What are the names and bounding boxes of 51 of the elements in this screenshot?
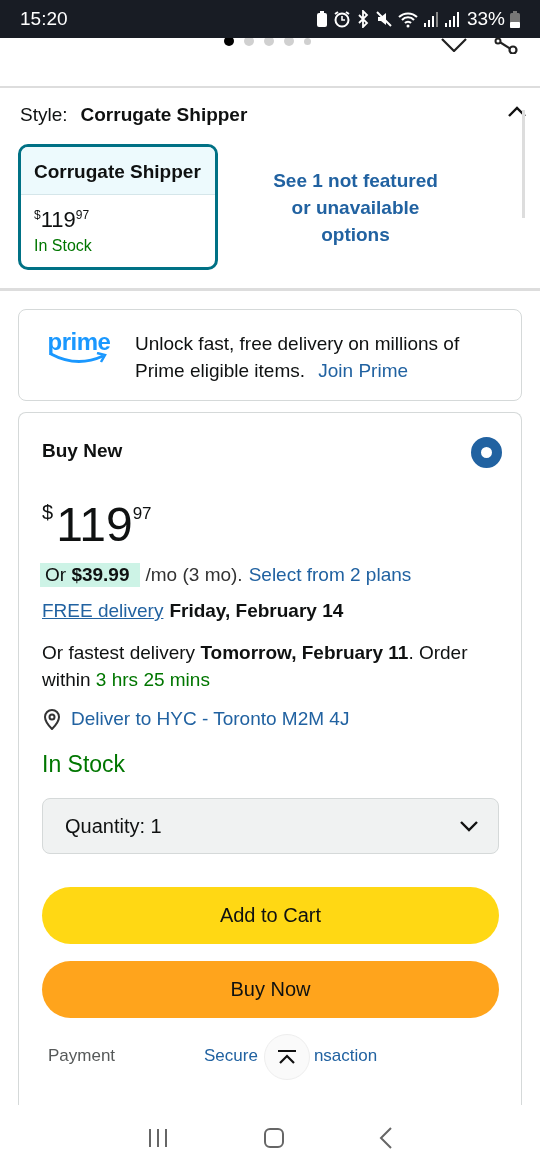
prime-logo: prime — [45, 330, 113, 364]
chevron-down-icon — [460, 820, 478, 832]
share-icon[interactable] — [493, 38, 519, 54]
detail-value-link[interactable]: Secure — [204, 1046, 258, 1066]
alarm-icon — [332, 10, 351, 28]
more-options-link[interactable]: See 1 not featured or unavailable options — [268, 166, 443, 248]
option-price: $^{$}$119$^{97}$ — [33, 206, 91, 233]
carousel-dot[interactable] — [244, 38, 254, 46]
deliver-to-link[interactable]: Deliver to HYC - Toronto M2M 4J — [71, 708, 350, 730]
mute-icon — [374, 10, 393, 28]
style-option-card[interactable]: Corrugate Shipper $^{$}$119$^{97}$ In Stock — [18, 144, 218, 270]
buy-now-button[interactable]: Buy Now — [42, 961, 499, 1018]
stock-status: In Stock — [42, 751, 127, 778]
installment-terms: /mo (3 mo). — [145, 564, 243, 586]
battery-percent: 33% — [466, 8, 505, 30]
installment-badge: Or $39.99 — [40, 563, 140, 587]
recent-apps-icon[interactable] — [147, 1127, 169, 1148]
carousel-dot[interactable] — [304, 38, 311, 45]
carousel-dot[interactable] — [224, 38, 234, 46]
battery-saver-icon — [315, 10, 328, 28]
home-icon[interactable] — [263, 1126, 285, 1149]
wifi-icon — [397, 10, 418, 28]
status-time: 15:20 — [20, 8, 68, 30]
buy-new-title: Buy New — [42, 439, 123, 462]
back-icon[interactable] — [379, 1126, 393, 1149]
prime-promo-text: Unlock fast, free delivery on millions of Prime eligible items. Join Prime — [135, 332, 461, 383]
carousel-dot[interactable] — [284, 38, 294, 46]
delivery-date: Friday, February 14 — [169, 600, 344, 622]
signal-icon — [443, 10, 460, 28]
carousel-dot[interactable] — [264, 38, 274, 46]
location-pin-icon — [42, 708, 62, 730]
free-delivery-link[interactable]: FREE delivery — [42, 600, 164, 622]
radio-button[interactable] — [471, 437, 502, 468]
add-to-cart-button[interactable]: Add to Cart — [42, 887, 499, 944]
style-label: Style: — [20, 104, 68, 126]
detail-label: Payment — [47, 1046, 117, 1066]
fastest-delivery-text: Or fastest delivery Tomorrow, February 11. Order within 3 hrs 25 mins — [42, 641, 469, 692]
battery-icon — [510, 10, 520, 28]
detail-value-link[interactable]: nsaction — [313, 1046, 378, 1066]
quantity-dropdown[interactable]: Quantity: 1 — [42, 798, 499, 854]
price: $^{$}$119$^{97}$ — [42, 497, 153, 553]
scroll-to-top-button[interactable] — [264, 1034, 310, 1080]
bluetooth-icon — [355, 10, 370, 28]
chevron-down-icon[interactable] — [440, 38, 468, 52]
select-plans-link[interactable]: Select from 2 plans — [248, 564, 412, 586]
option-availability: In Stock — [33, 236, 93, 256]
join-prime-link[interactable]: Join Prime — [318, 360, 409, 381]
signal-icon — [422, 10, 439, 28]
option-name: Corrugate Shipper — [21, 147, 215, 195]
caret-up-icon — [277, 1050, 297, 1064]
style-value: Corrugate Shipper — [80, 104, 248, 126]
